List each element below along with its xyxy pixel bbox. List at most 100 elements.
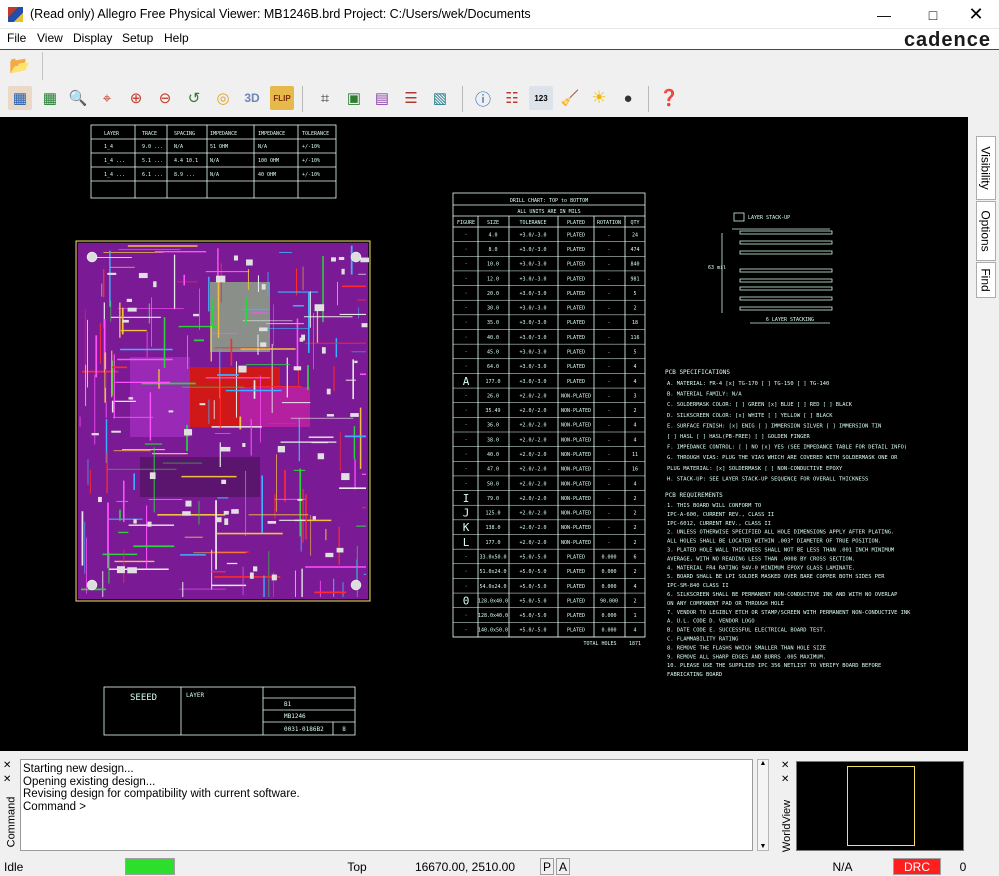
command-console[interactable]: Starting new design... Opening existing … [20, 759, 753, 851]
status-a-button[interactable]: A [556, 858, 570, 875]
tab-visibility[interactable]: Visibility [976, 136, 996, 200]
requirement-line: AVERAGE, WITH NO READING LESS THAN .0008… [667, 556, 855, 562]
layer-table-cell: 1_4 ... [104, 158, 125, 164]
zoom-in-icon[interactable]: ⊕ [124, 86, 148, 110]
requirements-title: PCB REQUIREMENTS [665, 492, 723, 499]
zoom-previous-icon[interactable]: ↺ [182, 86, 206, 110]
drill-chart-cell: 0.000 [601, 569, 616, 575]
pcb-pad [126, 298, 132, 302]
drill-chart-cell: +3.0/-3.0 [519, 349, 546, 355]
menu-view[interactable]: View [37, 31, 63, 45]
info-icon[interactable]: ⓘ [471, 86, 495, 110]
layer-table-cell: +/-10% [302, 144, 320, 150]
drill-chart-cell: PLATED [567, 554, 585, 560]
drill-chart-cell: 140.0x50.0 [478, 628, 508, 634]
drill-chart-cell: 0 [463, 594, 470, 607]
pcb-pad [293, 366, 302, 371]
console-line: Opening existing design... [23, 775, 156, 788]
title-block-sheet: 8 [342, 726, 346, 733]
pcb-pad [193, 313, 199, 317]
drill-chart-header: PLATED [567, 220, 585, 226]
bomb-icon[interactable]: ● [616, 86, 640, 110]
drill-chart-cell: +2.0/-2.0 [519, 452, 546, 458]
help-icon[interactable]: ❓ [657, 86, 681, 110]
worldview-side-label: WorldView [781, 799, 794, 853]
3d-view-icon[interactable]: 3D [240, 86, 264, 110]
layer-table-header: TOLERANCE [302, 131, 329, 137]
drill-chart-cell: +2.0/-2.0 [519, 393, 546, 399]
console-scrollbar[interactable]: ▲ ▼ [757, 759, 769, 851]
drill-chart-cell: PLATED [567, 232, 585, 238]
drill-chart-cell: · [464, 349, 467, 355]
measure-icon[interactable]: 123 [529, 86, 553, 110]
layer-visibility-icon[interactable]: ▤ [370, 86, 394, 110]
menu-file[interactable]: File [7, 31, 26, 45]
zoom-out-icon[interactable]: ⊖ [153, 86, 177, 110]
refresh-icon[interactable]: ▧ [428, 86, 452, 110]
drill-chart-cell: · [464, 584, 467, 590]
pcb-pad [249, 572, 254, 579]
requirement-line: C. FLAMMABILITY RATING [667, 637, 738, 643]
clean-icon[interactable]: 🧹 [558, 86, 582, 110]
drill-chart-cell: PLATED [567, 569, 585, 575]
maximize-button[interactable]: □ [910, 0, 956, 29]
drill-chart-cell: 40.0 [487, 452, 499, 458]
menu-help[interactable]: Help [164, 31, 189, 45]
drill-chart-cell: 33.0x50.0 [479, 554, 506, 560]
menu-setup[interactable]: Setup [122, 31, 153, 45]
close-button[interactable]: ✕ [953, 0, 999, 29]
pcb-pad [253, 566, 258, 572]
worldview-map[interactable] [796, 761, 964, 851]
status-p-button[interactable]: P [540, 858, 554, 875]
close-icon[interactable]: ✕ [781, 774, 789, 785]
folder-open-icon[interactable]: 📂 [8, 54, 32, 78]
command-prompt[interactable]: Command > [23, 801, 750, 814]
drill-chart-cell: - [607, 481, 610, 487]
layer-table-cell: 5.1 ... [142, 158, 163, 164]
drill-chart-cell: - [607, 452, 610, 458]
toolbar-separator [42, 52, 43, 80]
flip-board-icon[interactable]: FLIP [270, 86, 294, 110]
minimize-button[interactable]: — [861, 0, 907, 29]
menu-bar: File View Display Setup Help cadence [0, 29, 999, 51]
pcb-pad [220, 446, 231, 452]
status-drc[interactable]: DRC [893, 858, 941, 875]
drill-chart-cell: - [607, 320, 610, 326]
report-icon[interactable]: ☷ [500, 86, 524, 110]
requirement-line: 4. MATERIAL FR4 RATING 94V-0 MINIMUM EPO… [667, 565, 855, 571]
drill-chart-cell: +2.0/-2.0 [519, 423, 546, 429]
drill-chart-cell: NON-PLATED [561, 525, 591, 531]
worldview-viewport[interactable] [847, 766, 915, 846]
mounting-hole [86, 579, 98, 591]
drill-chart-cell: A [463, 375, 470, 388]
stackup-icon[interactable]: ☰ [399, 86, 423, 110]
layer-table-cell: 4.4 10.1 [174, 158, 198, 164]
drill-chart-cell: 116 [630, 335, 639, 341]
grid-color-icon[interactable]: ▦ [38, 86, 62, 110]
pcb-pad [297, 498, 303, 501]
redraw-icon[interactable]: ◎ [211, 86, 235, 110]
grid-toggle-icon[interactable]: ⌗ [313, 86, 337, 110]
tab-options[interactable]: Options [976, 201, 996, 261]
requirement-line: 8. REMOVE THE FLASHS WHICH SMALLER THAN … [667, 645, 826, 651]
scroll-down-icon[interactable]: ▼ [758, 843, 768, 850]
status-mode: N/A [795, 858, 890, 875]
design-canvas[interactable]: LAYER TRACE SPACING IMPEDANCE IMPEDANCE TOLER… [0, 117, 968, 751]
close-icon[interactable]: ✕ [3, 760, 11, 771]
scroll-up-icon[interactable]: ▲ [758, 760, 768, 767]
drill-chart-cell: 0.000 [601, 628, 616, 634]
menu-display[interactable]: Display [73, 31, 112, 45]
pcb-pad [326, 414, 334, 417]
close-icon[interactable]: ✕ [3, 774, 11, 785]
zoom-points-icon[interactable]: ⌖ [95, 86, 119, 110]
close-icon[interactable]: ✕ [781, 760, 789, 771]
drill-chart-cell: +3.0/-3.0 [519, 379, 546, 385]
requirement-line: 5. BOARD SHALL BE LPI SOLDER MASKED OVER… [667, 574, 885, 580]
pcb-pad [98, 496, 102, 503]
tab-find[interactable]: Find [976, 262, 996, 298]
grid-icon[interactable]: ▦ [8, 86, 32, 110]
zoom-fit-icon[interactable]: 🔍 [66, 86, 90, 110]
color-dialog-icon[interactable]: ▣ [342, 86, 366, 110]
drill-chart-cell: L [463, 536, 470, 549]
shadow-icon[interactable]: ☀ [587, 86, 611, 110]
